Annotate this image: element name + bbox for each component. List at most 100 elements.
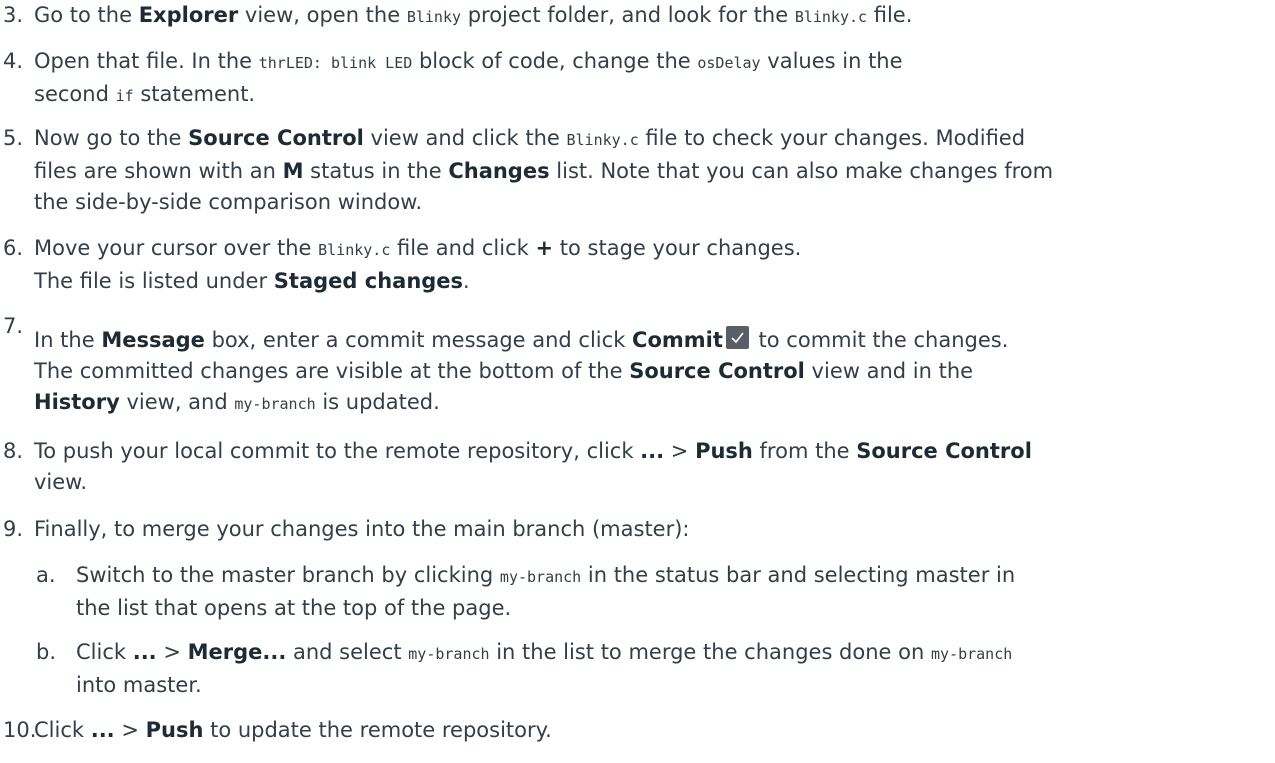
ui-term: Source Control xyxy=(188,126,364,150)
step-number: 6. xyxy=(3,236,24,260)
text-run: values in the xyxy=(760,49,903,73)
text-run: to commit the changes. xyxy=(751,328,1009,352)
text-run: list. Note that you can also make change… xyxy=(549,159,1054,183)
ui-term: Commit xyxy=(632,328,723,352)
step-text: Click ... > Push to update the remote re… xyxy=(34,715,1269,746)
step-text: Open that file. In the thrLED: blink LED… xyxy=(34,46,1269,112)
step-number: 3. xyxy=(3,3,24,27)
text-run: . xyxy=(463,269,470,293)
code-term: Blinky.c xyxy=(794,8,868,26)
step-number: b. xyxy=(36,640,57,664)
ui-term: Push xyxy=(695,439,753,463)
text-line: Finally, to merge your changes into the … xyxy=(34,514,1269,545)
ui-term: Staged changes xyxy=(273,269,464,293)
step-number: 8. xyxy=(3,439,24,463)
text-run: The file is listed under xyxy=(34,269,274,293)
text-line: In the Message box, enter a commit messa… xyxy=(34,325,1269,356)
text-run: file. xyxy=(867,3,913,27)
text-line: the side-by-side comparison window. xyxy=(34,187,1269,218)
step-text: Now go to the Source Control view and cl… xyxy=(34,123,1269,218)
text-run: Click xyxy=(34,718,91,742)
ui-term: Source Control xyxy=(629,359,805,383)
ui-term: ... xyxy=(90,718,115,742)
text-run: to update the remote repository. xyxy=(203,718,552,742)
text-line: the list that opens at the top of the pa… xyxy=(76,593,1269,624)
step-text: To push your local commit to the remote … xyxy=(34,436,1269,498)
text-run: statement. xyxy=(133,82,256,106)
ui-term: Changes xyxy=(448,159,550,183)
step-text: Go to the Explorer view, open the Blinky… xyxy=(34,0,1269,33)
text-run: view, and xyxy=(119,390,235,414)
text-run: Open that file. In the xyxy=(34,49,259,73)
step-text: Switch to the master branch by clicking … xyxy=(76,560,1269,624)
text-run: files are shown with an xyxy=(34,159,283,183)
step-text: Move your cursor over the Blinky.c file … xyxy=(34,233,1269,297)
text-run: Move your cursor over the xyxy=(34,236,319,260)
text-line: History view, and my-branch is updated. xyxy=(34,387,1269,420)
text-run: the side-by-side comparison window. xyxy=(34,190,423,214)
text-run: view and in the xyxy=(804,359,974,383)
text-run: file and click xyxy=(390,236,536,260)
text-run: view. xyxy=(34,470,88,494)
ui-term: ... xyxy=(640,439,665,463)
step-number: 5. xyxy=(3,126,24,150)
text-run: > xyxy=(156,640,188,664)
code-term: osDelay xyxy=(697,54,761,72)
text-line: Switch to the master branch by clicking … xyxy=(76,560,1269,593)
ui-term: Push xyxy=(145,718,204,742)
step-number: 9. xyxy=(3,517,24,541)
text-run: status in the xyxy=(303,159,449,183)
step-text: Finally, to merge your changes into the … xyxy=(34,514,1269,545)
text-run: and select xyxy=(286,640,409,664)
text-run: is updated. xyxy=(315,390,440,414)
text-run: block of code, change the xyxy=(412,49,698,73)
text-run: in the list to merge the changes done on xyxy=(489,640,931,664)
text-line: Open that file. In the thrLED: blink LED… xyxy=(34,46,1269,79)
ui-term: Source Control xyxy=(856,439,1032,463)
text-line: Go to the Explorer view, open the Blinky… xyxy=(34,0,1269,33)
document-page: 3. Go to the Explorer view, open the Blin… xyxy=(0,0,1275,763)
text-run: view, open the xyxy=(238,3,407,27)
ui-term: Merge... xyxy=(187,640,287,664)
text-run: The committed changes are visible at the… xyxy=(34,359,630,383)
code-term: Blinky.c xyxy=(566,131,639,149)
code-term: Blinky xyxy=(406,8,462,26)
text-run: Now go to the xyxy=(34,126,189,150)
text-run: In the xyxy=(34,328,102,352)
text-run: > xyxy=(664,439,696,463)
code-term: my-branch xyxy=(234,395,316,413)
text-line: To push your local commit to the remote … xyxy=(34,436,1269,467)
ui-term: + xyxy=(535,236,554,260)
text-line: into master. xyxy=(76,670,1269,701)
text-run: in the status bar and selecting master i… xyxy=(581,563,1016,587)
step-number: 10. xyxy=(3,718,37,742)
code-term: if xyxy=(115,87,134,105)
text-run: Click xyxy=(76,640,133,664)
text-line: Now go to the Source Control view and cl… xyxy=(34,123,1269,156)
text-run: second xyxy=(34,82,116,106)
text-run: To push your local commit to the remote … xyxy=(34,439,641,463)
text-run: Switch to the master branch by clicking xyxy=(76,563,500,587)
text-line: files are shown with an M status in the … xyxy=(34,156,1269,187)
text-run: the list that opens at the top of the pa… xyxy=(76,596,512,620)
text-run: > xyxy=(114,718,146,742)
text-line: The committed changes are visible at the… xyxy=(34,356,1269,387)
text-run: to stage your changes. xyxy=(553,236,802,260)
text-line: Click ... > Push to update the remote re… xyxy=(34,715,1269,746)
ui-term: Message xyxy=(101,328,205,352)
ui-term: ... xyxy=(132,640,157,664)
text-run: Finally, to merge your changes into the … xyxy=(34,517,690,541)
step-number: a. xyxy=(36,563,56,587)
code-term: my-branch xyxy=(499,568,582,586)
text-line: Click ... > Merge... and select my-branc… xyxy=(76,637,1269,670)
commit-check-icon xyxy=(725,326,749,349)
text-line: view. xyxy=(34,467,1269,498)
text-run: view and click the xyxy=(363,126,567,150)
code-term: thrLED: blink LED xyxy=(258,54,413,72)
text-run: Go to the xyxy=(34,3,139,27)
ui-term: M xyxy=(282,159,304,183)
text-run: project folder, and look for the xyxy=(461,3,795,27)
text-run: box, enter a commit message and click xyxy=(204,328,633,352)
text-line: The file is listed under Staged changes. xyxy=(34,266,1269,297)
text-run: into master. xyxy=(76,673,202,697)
